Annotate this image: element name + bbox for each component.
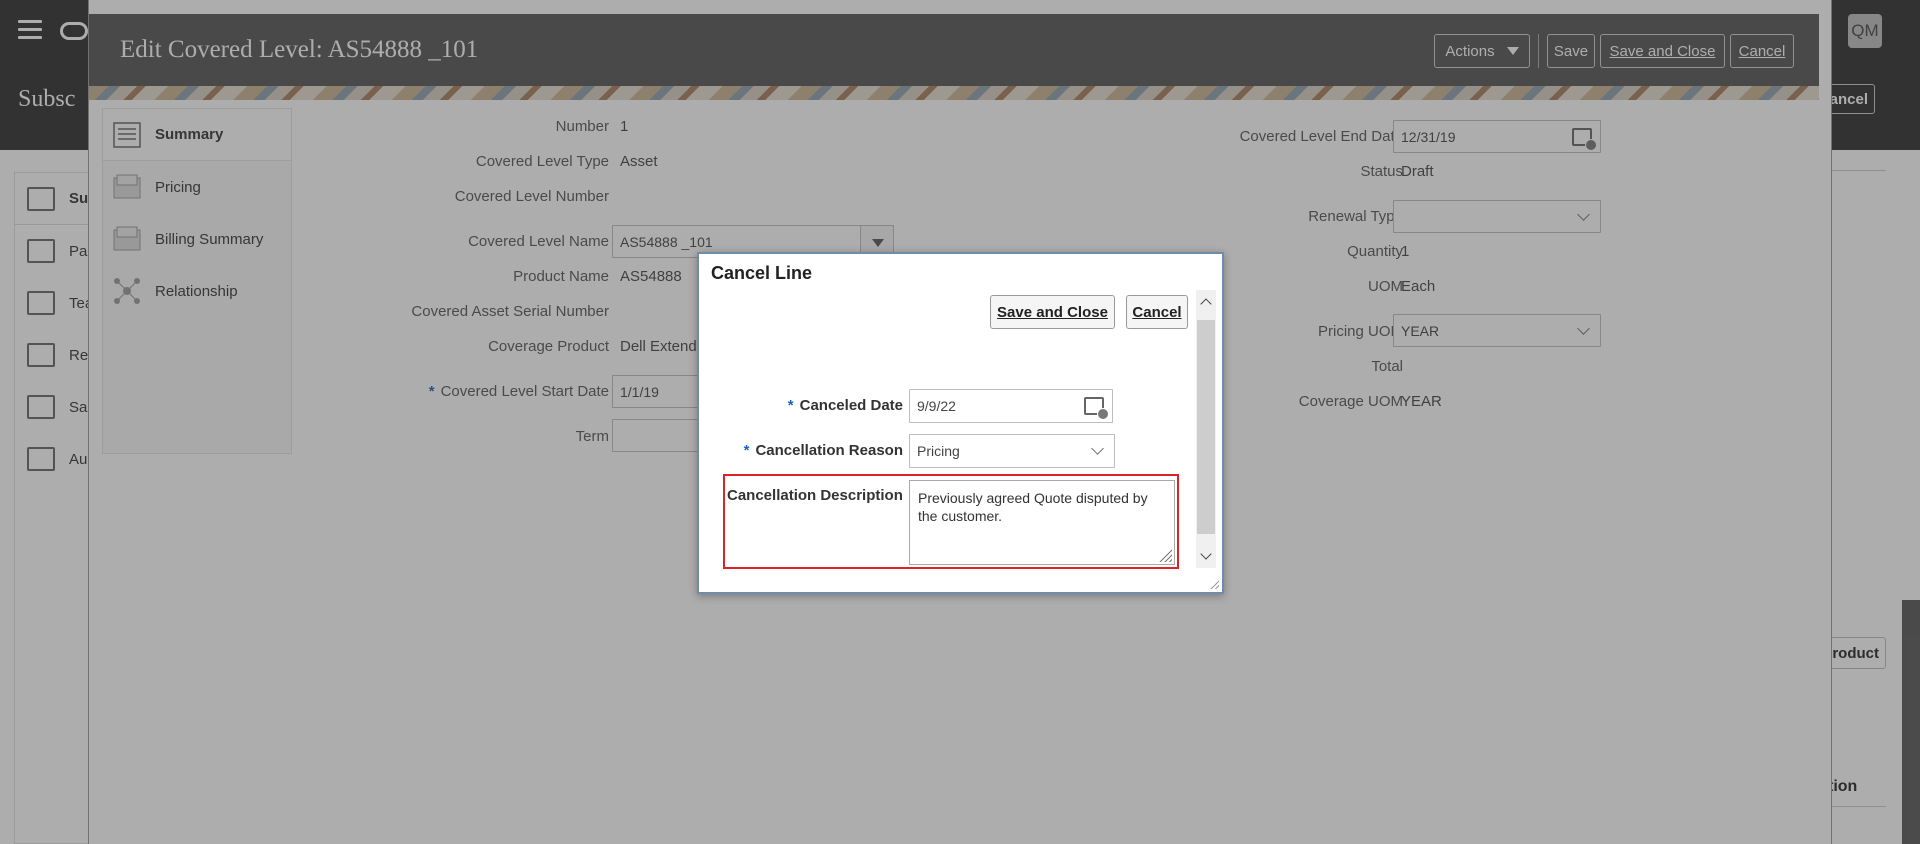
calendar-icon[interactable] bbox=[1084, 397, 1109, 420]
cancellation-description-label: Cancellation Description bbox=[727, 487, 903, 504]
canceled-date-label: * Canceled Date bbox=[787, 397, 903, 414]
dialog-scrollbar[interactable] bbox=[1196, 290, 1216, 568]
dialog-title: Cancel Line bbox=[711, 263, 813, 283]
cancel-line-dialog: Cancel Line Save and Close Cancel * Cance… bbox=[697, 252, 1224, 594]
canceled-date-input[interactable]: 9/9/22 bbox=[909, 389, 1113, 423]
dialog-cancel-button[interactable]: Cancel bbox=[1126, 295, 1188, 329]
scroll-down-icon[interactable] bbox=[1200, 548, 1212, 560]
cancellation-reason-label: * Cancellation Reason bbox=[743, 442, 903, 459]
scroll-up-icon[interactable] bbox=[1200, 298, 1212, 310]
resize-handle-icon[interactable] bbox=[1158, 548, 1172, 562]
cancellation-description-textarea[interactable]: Previously agreed Quote disputed by the … bbox=[909, 480, 1175, 565]
scrollbar-thumb[interactable] bbox=[1197, 320, 1215, 534]
dialog-resize-handle-icon[interactable] bbox=[1208, 578, 1219, 589]
dialog-save-and-close-button[interactable]: Save and Close bbox=[990, 295, 1115, 329]
chevron-down-icon bbox=[1091, 442, 1104, 455]
cancellation-reason-select[interactable]: Pricing bbox=[909, 434, 1115, 468]
